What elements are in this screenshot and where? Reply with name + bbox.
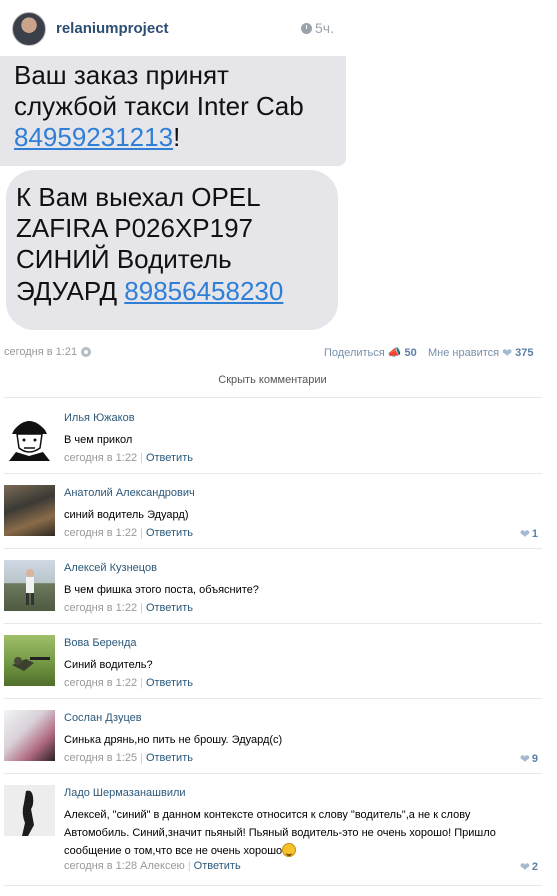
comment-text: Синий водитель? <box>64 659 153 671</box>
instagram-time: 5ч. <box>301 20 334 36</box>
avatar[interactable] <box>4 485 55 536</box>
comment-like-count: 2 <box>531 861 538 873</box>
comment-meta: сегодня в 1:22 | Ответить <box>64 452 193 464</box>
hide-comments-link[interactable]: Скрыть комментарии <box>0 374 545 386</box>
comment-text-line: Алексей, "синий" в данном контексте отно… <box>64 809 471 821</box>
sms-phone-link: 84959231213 <box>14 122 174 153</box>
smiley-emoji-icon <box>282 843 297 857</box>
instagram-header: relaniumproject 5ч. <box>0 0 346 56</box>
share-label: Поделиться <box>324 346 385 359</box>
divider <box>4 623 542 624</box>
heart-icon: ❤ <box>519 860 530 874</box>
sms-text-line: Ваш заказ принят <box>14 60 229 90</box>
divider <box>4 397 542 398</box>
megaphone-icon: 📣 <box>387 347 402 359</box>
comment-text: Синька дрянь,но пить не брошу. Эдуард(с) <box>64 734 283 746</box>
divider <box>4 773 542 774</box>
post-image[interactable]: relaniumproject 5ч. Ваш заказ принят слу… <box>0 0 346 338</box>
divider <box>4 548 542 549</box>
avatar[interactable] <box>4 785 55 836</box>
comment-author[interactable]: Алексей Кузнецов <box>64 562 157 574</box>
sms-text-line: службой такси Inter Cab <box>14 91 304 122</box>
divider <box>4 473 542 474</box>
comment-like-button[interactable]: ❤ 1 <box>520 527 538 541</box>
divider <box>4 885 542 886</box>
heart-icon: ❤ <box>502 346 513 360</box>
reply-link[interactable]: Ответить <box>146 752 193 764</box>
comment-author[interactable]: Илья Южаков <box>64 412 135 424</box>
reply-link[interactable]: Ответить <box>146 602 193 614</box>
avatar[interactable] <box>4 635 55 686</box>
like-button[interactable]: Мне нравится ❤ 375 <box>428 346 534 360</box>
sms-text-line: ЭДУАРД <box>16 275 125 306</box>
reply-link[interactable]: Ответить <box>194 860 241 872</box>
sms-phone-link: 89856458230 <box>124 275 284 306</box>
sms-text-suffix: ! <box>173 122 181 153</box>
reply-link[interactable]: Ответить <box>146 452 193 464</box>
comment-time[interactable]: сегодня в 1:22 <box>64 452 137 464</box>
reply-link[interactable]: Ответить <box>146 677 193 689</box>
comment-like-button[interactable]: ❤ 9 <box>520 752 538 766</box>
heart-icon: ❤ <box>519 527 530 541</box>
comment-author[interactable]: Вова Беренда <box>64 637 137 649</box>
comment-time[interactable]: сегодня в 1:25 <box>64 752 137 764</box>
sms-screenshot: Ваш заказ принят службой такси Inter Cab… <box>0 56 346 338</box>
comment-time[interactable]: сегодня в 1:22 <box>64 527 137 539</box>
comment-text: синий водитель Эдуард) <box>64 509 189 521</box>
comment-time[interactable]: сегодня в 1:28 Алексею <box>64 860 185 872</box>
avatar[interactable] <box>4 710 55 761</box>
sms-text-line: СИНИЙ Водитель <box>16 244 232 275</box>
share-count: 50 <box>404 346 417 359</box>
comment-meta: сегодня в 1:25 | Ответить <box>64 752 193 764</box>
sms-text-line: ZAFIRA Р026ХР197 <box>16 213 254 244</box>
comment-meta: сегодня в 1:28 Алексею | Ответить <box>64 860 241 872</box>
comment-time[interactable]: сегодня в 1:22 <box>64 602 137 614</box>
comment-item: Ладо Шермазанашвили Алексей, "синий" в д… <box>4 785 542 885</box>
reply-link[interactable]: Ответить <box>146 527 193 539</box>
comment-text: В чем фишка этого поста, объясните? <box>64 584 259 596</box>
share-button[interactable]: Поделиться 📣 50 <box>324 346 417 360</box>
comment-text-line: Автомобиль. Синий,значит пьяный! Пьяный … <box>64 827 496 839</box>
time-label: 5ч. <box>315 20 334 36</box>
comment-text: В чем прикол <box>64 434 133 446</box>
sms-bubble-driver: К Вам выехал OPEL ZAFIRA Р026ХР197 СИНИЙ… <box>6 170 338 330</box>
like-label: Мне нравится <box>428 347 500 359</box>
comment-time[interactable]: сегодня в 1:22 <box>64 677 137 689</box>
comment-text: Алексей, "синий" в данном контексте отно… <box>64 806 536 860</box>
comment-author[interactable]: Анатолий Александрович <box>64 487 195 499</box>
post-date-text[interactable]: сегодня в 1:21 <box>4 346 77 358</box>
sms-bubble-order: Ваш заказ принят службой такси Inter Cab… <box>0 56 346 166</box>
instagram-username: relaniumproject <box>56 20 169 37</box>
comment-author[interactable]: Ладо Шермазанашвили <box>64 787 186 799</box>
comment-meta: сегодня в 1:22 | Ответить <box>64 602 193 614</box>
comment-meta: сегодня в 1:22 | Ответить <box>64 527 193 539</box>
post-footer: сегодня в 1:21 Поделиться 📣 50 Мне нрави… <box>4 344 540 362</box>
comment-like-count: 9 <box>531 753 538 765</box>
divider <box>4 698 542 699</box>
comment-text-line: сообщение о том,что все не очень хорошо <box>64 845 283 857</box>
user-avatar <box>12 12 46 46</box>
comment-like-button[interactable]: ❤ 2 <box>520 860 538 874</box>
like-count: 375 <box>515 347 534 359</box>
sms-text-line: К Вам выехал OPEL <box>16 182 261 212</box>
post-date: сегодня в 1:21 <box>4 346 92 358</box>
heart-icon: ❤ <box>519 752 530 766</box>
avatar[interactable] <box>4 560 55 611</box>
gear-icon[interactable] <box>81 347 92 357</box>
clock-icon <box>301 22 313 34</box>
comment-meta: сегодня в 1:22 | Ответить <box>64 677 193 689</box>
avatar[interactable] <box>4 410 55 461</box>
comment-author[interactable]: Сослан Дзуцев <box>64 712 142 724</box>
comment-like-count: 1 <box>531 528 538 540</box>
